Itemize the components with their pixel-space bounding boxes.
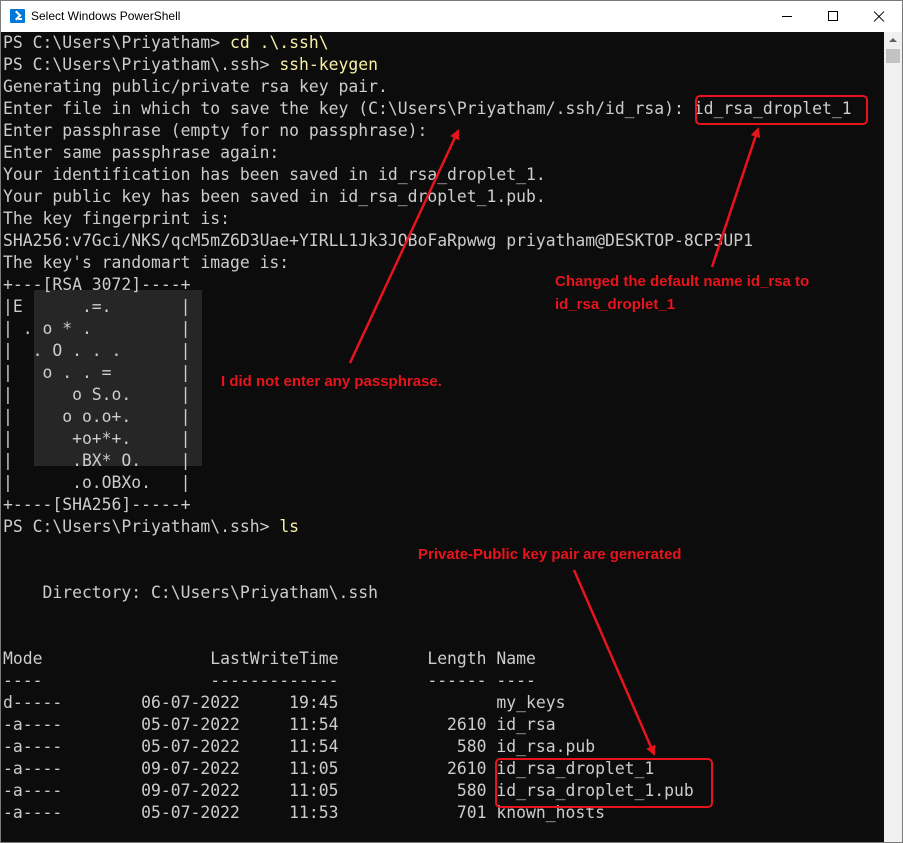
keypair-note: Private-Public key pair are generated — [418, 546, 682, 563]
annotation-arrows — [348, 127, 761, 756]
arrow-to-generated-files — [572, 569, 656, 756]
rename-note: Changed the default name id_rsa to — [555, 273, 810, 290]
rename-note-filename: id_rsa_droplet_1 — [555, 296, 676, 313]
arrow-to-passphrase — [348, 129, 460, 364]
passphrase-note: I did not enter any passphrase. — [221, 373, 442, 390]
arrow-to-filename — [710, 127, 761, 268]
